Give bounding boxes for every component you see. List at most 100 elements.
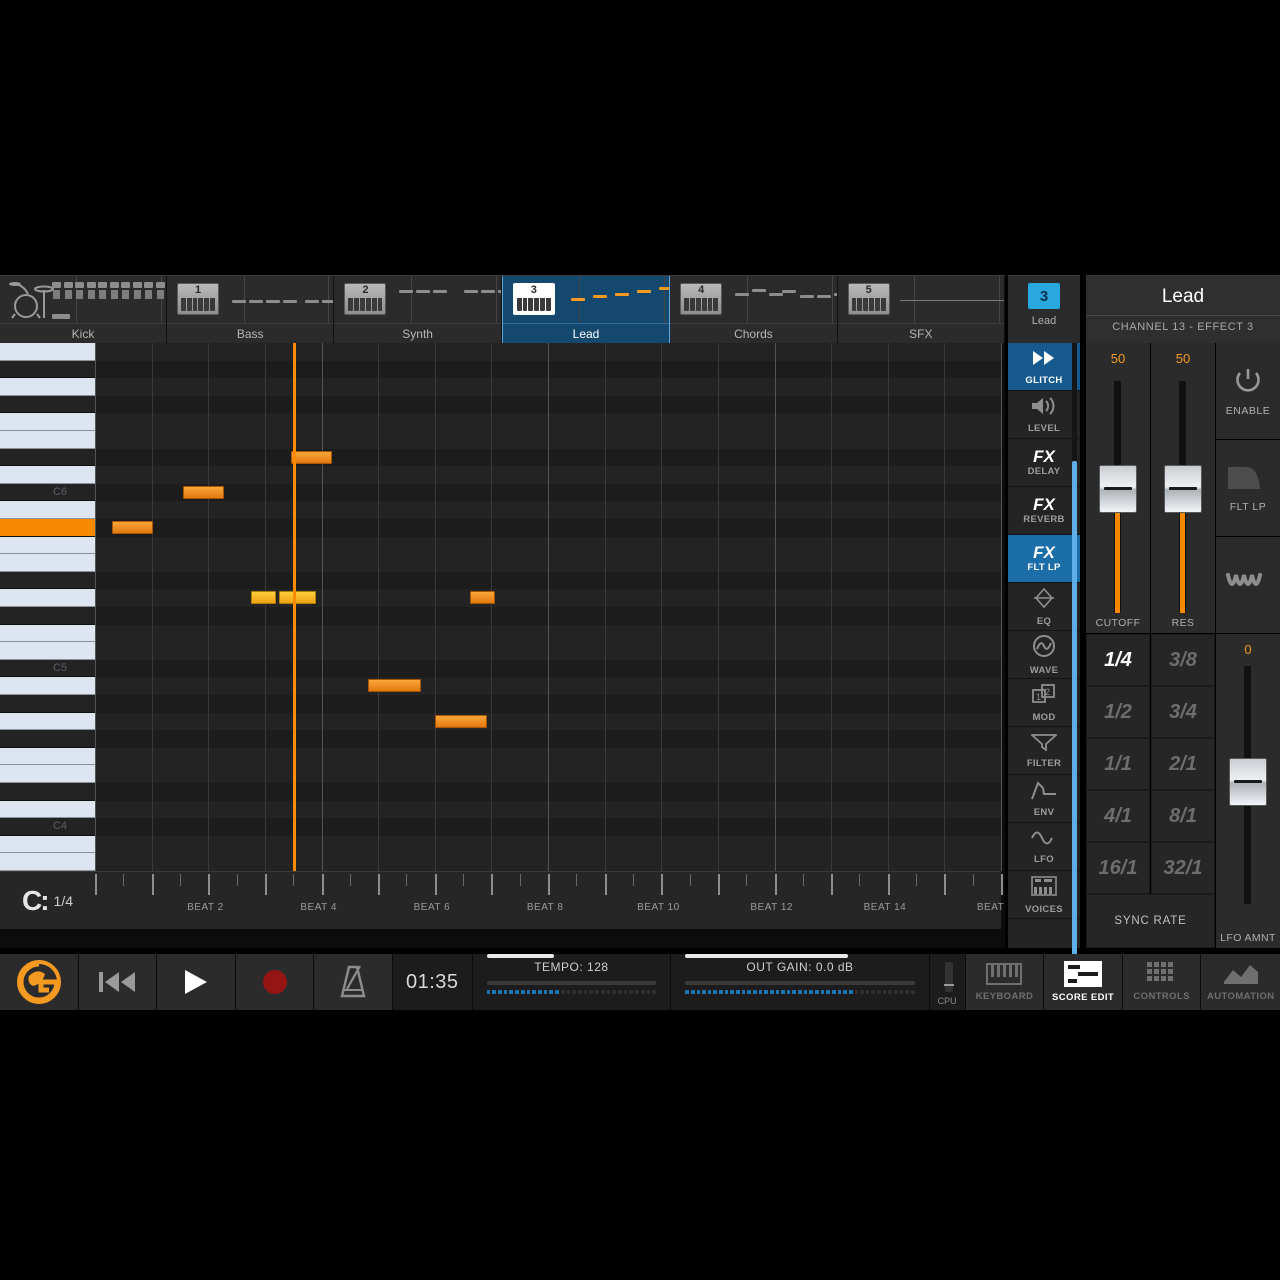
piano-key[interactable]: C6 xyxy=(0,483,95,502)
track-bass[interactable]: 1 Bass xyxy=(167,276,335,343)
metronome-button[interactable] xyxy=(314,954,393,1010)
piano-roll[interactable]: C6 C5 C4 C: 1/4 BEAT 2 BEAT 4 BEAT 6 BEAT 8 BE… xyxy=(0,343,1019,948)
snap-indicator[interactable]: C: 1/4 xyxy=(0,871,95,929)
piano-key[interactable] xyxy=(0,607,95,625)
midi-note[interactable] xyxy=(182,485,224,499)
sync-rate-2-1[interactable]: 2/1 xyxy=(1151,738,1215,790)
lfo-amnt-slider-thumb[interactable] xyxy=(1229,758,1267,806)
track-number-badge[interactable]: 2 xyxy=(344,283,387,315)
track-number-badge[interactable]: 4 xyxy=(680,283,723,315)
piano-key[interactable] xyxy=(0,853,95,871)
piano-key[interactable] xyxy=(0,783,95,801)
sync-rate-1-1[interactable]: 1/1 xyxy=(1086,738,1150,790)
midi-note[interactable] xyxy=(434,714,487,728)
piano-keyboard[interactable]: C6 C5 C4 xyxy=(0,343,95,871)
piano-key[interactable] xyxy=(0,360,95,379)
piano-key[interactable] xyxy=(0,624,95,643)
rewind-button[interactable] xyxy=(78,954,158,1010)
tempo-slider-track[interactable] xyxy=(486,981,657,985)
piano-key[interactable] xyxy=(0,765,95,783)
piano-key[interactable]: C4 xyxy=(0,818,95,836)
sync-rate-1-2[interactable]: 1/2 xyxy=(1086,686,1150,738)
piano-key[interactable] xyxy=(0,413,95,431)
midi-note[interactable] xyxy=(111,521,153,534)
fx-slot-level[interactable]: LEVEL xyxy=(1008,391,1080,438)
piano-key[interactable] xyxy=(0,554,95,572)
time-display[interactable]: 01:35 xyxy=(392,954,473,1010)
effects-sidebar[interactable]: GLITCH LEVEL FX DELAY FX REVERB FX FLT LP EQ WAVE… xyxy=(1008,343,1080,981)
sync-rate-1-4[interactable]: 1/4 xyxy=(1086,634,1150,686)
piano-key[interactable] xyxy=(0,395,95,414)
fx-slot-delay[interactable]: FX DELAY xyxy=(1008,439,1080,486)
playhead[interactable] xyxy=(293,343,297,871)
piano-key[interactable] xyxy=(0,431,95,449)
mode-controls[interactable]: CONTROLS xyxy=(1122,954,1202,1010)
sync-rate-4-1[interactable]: 4/1 xyxy=(1086,790,1150,842)
fx-slot-flt-lp[interactable]: FX FLT LP xyxy=(1008,535,1080,582)
track-number-badge[interactable]: 5 xyxy=(847,283,890,315)
gain-slider-track[interactable] xyxy=(685,981,915,985)
fx-slot-env[interactable]: ENV xyxy=(1008,775,1080,822)
mode-score-edit[interactable]: SCORE EDIT xyxy=(1044,954,1123,1010)
record-button[interactable] xyxy=(235,954,315,1010)
lfo-shape-button[interactable] xyxy=(1216,537,1280,633)
track-chords[interactable]: 4 Chords xyxy=(670,276,838,343)
midi-note[interactable] xyxy=(250,591,277,605)
piano-key[interactable] xyxy=(0,747,95,766)
fx-slot-reverb[interactable]: FX REVERB xyxy=(1008,487,1080,534)
piano-key[interactable] xyxy=(0,677,95,695)
fx-slot-eq[interactable]: EQ xyxy=(1008,583,1080,630)
piano-key[interactable] xyxy=(0,343,95,361)
track-clip-area[interactable] xyxy=(0,276,166,323)
track-lead[interactable]: 3 Lead xyxy=(501,276,671,343)
track-kick[interactable]: Kick xyxy=(0,276,167,343)
res-slot[interactable]: 50 RES xyxy=(1151,343,1215,633)
piano-key[interactable] xyxy=(0,466,95,484)
piano-key[interactable] xyxy=(0,835,95,854)
sync-rate-16-1[interactable]: 16/1 xyxy=(1086,842,1150,894)
track-sfx[interactable]: 5 SFX xyxy=(837,276,1006,343)
track-clip-area[interactable]: 5 xyxy=(838,276,1005,323)
track-clip-area[interactable]: 1 xyxy=(167,276,334,323)
play-button[interactable] xyxy=(157,954,236,1010)
fx-slot-wave[interactable]: WAVE xyxy=(1008,631,1080,678)
piano-key[interactable] xyxy=(0,519,95,537)
piano-key[interactable] xyxy=(0,501,95,519)
piano-key[interactable] xyxy=(0,448,95,467)
piano-key[interactable] xyxy=(0,536,95,555)
sync-rate-3-4[interactable]: 3/4 xyxy=(1151,686,1215,738)
track-synth[interactable]: 2 Synth xyxy=(334,276,502,343)
channel-badge-header[interactable]: 3 Lead xyxy=(1008,275,1080,343)
fx-slot-glitch[interactable]: GLITCH xyxy=(1008,343,1080,390)
effects-scrollbar-thumb[interactable] xyxy=(1072,461,1077,981)
fx-slot-lfo[interactable]: LFO xyxy=(1008,823,1080,870)
piano-key[interactable] xyxy=(0,378,95,396)
lfo-amnt-slot[interactable]: 0 LFO AMNT xyxy=(1216,634,1280,948)
piano-key[interactable] xyxy=(0,800,95,819)
midi-note[interactable] xyxy=(469,591,496,605)
piano-key[interactable] xyxy=(0,712,95,731)
track-number-badge[interactable]: 1 xyxy=(177,283,219,315)
piano-key[interactable] xyxy=(0,642,95,660)
sync-rate-8-1[interactable]: 8/1 xyxy=(1151,790,1215,842)
piano-key[interactable]: C5 xyxy=(0,659,95,678)
fx-slot-voices[interactable]: VOICES xyxy=(1008,871,1080,918)
track-clip-area[interactable]: 3 xyxy=(503,276,670,323)
piano-key[interactable] xyxy=(0,695,95,713)
midi-note[interactable] xyxy=(279,591,317,605)
piano-key[interactable] xyxy=(0,730,95,748)
sync-rate-3-8[interactable]: 3/8 xyxy=(1151,634,1215,686)
mode-automation[interactable]: AUTOMATION xyxy=(1201,954,1280,1010)
sync-rate-32-1[interactable]: 32/1 xyxy=(1151,842,1215,894)
midi-note[interactable] xyxy=(368,679,421,693)
enable-button[interactable]: ENABLE xyxy=(1216,343,1280,439)
piano-key[interactable] xyxy=(0,571,95,590)
out-gain-control[interactable]: OUT GAIN: 0.0 dB xyxy=(671,954,930,1010)
track-clip-area[interactable]: 4 xyxy=(670,276,837,323)
track-number-badge[interactable]: 3 xyxy=(512,283,555,315)
fx-slot-mod[interactable]: 1 2 MOD xyxy=(1008,679,1080,726)
midi-note[interactable] xyxy=(291,450,333,464)
parameter-panel[interactable]: 50 CUTOFF 50 RES ENABLE FLT LP 1/4 3/8 1/2 3/4 1/1… xyxy=(1086,343,1280,948)
track-clip-area[interactable]: 2 xyxy=(334,276,501,323)
cutoff-slider-thumb[interactable] xyxy=(1099,465,1137,513)
